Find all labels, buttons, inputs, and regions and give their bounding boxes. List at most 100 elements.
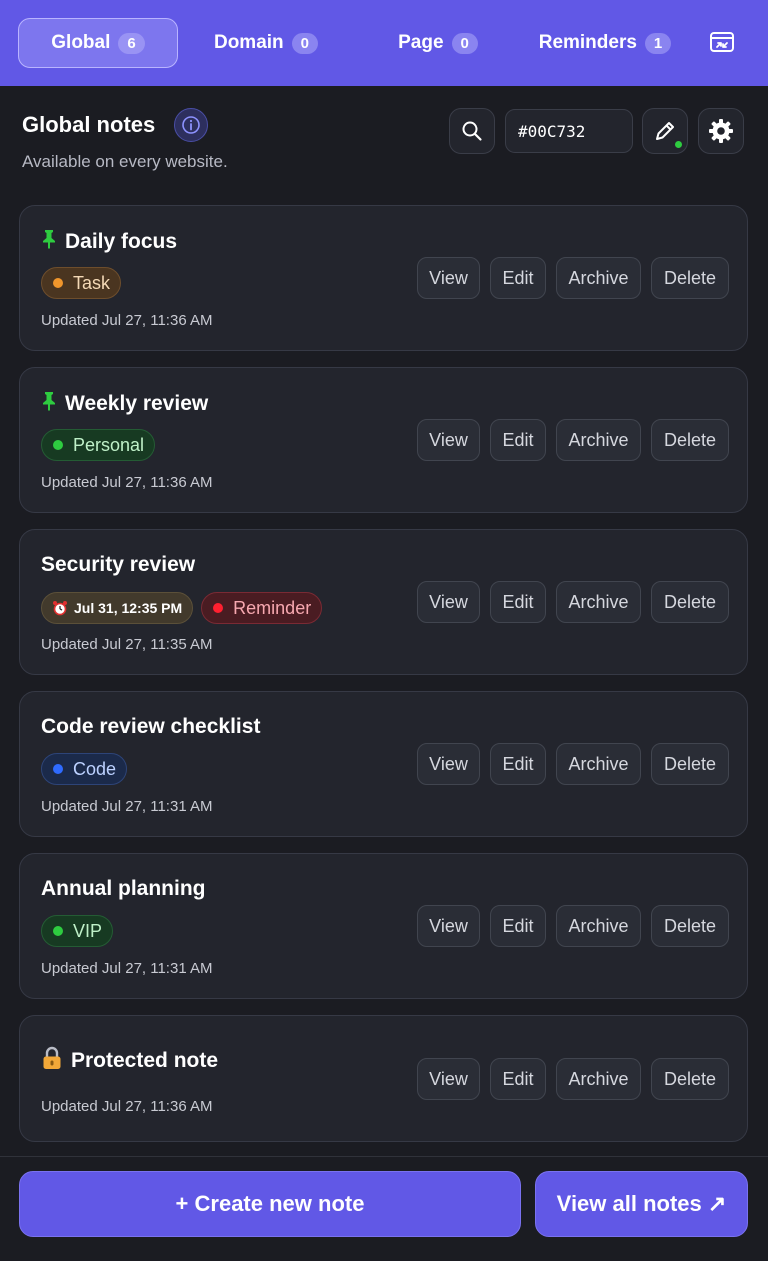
tag-task[interactable]: Task [41,267,122,299]
settings-button[interactable] [698,108,744,154]
info-icon [182,116,200,134]
tag-list: Code [41,753,128,785]
tab-global[interactable]: Global 6 [18,18,178,68]
archive-button[interactable]: Archive [556,257,641,299]
alarm-clock-icon [53,601,67,616]
reminder-date-badge[interactable]: Jul 31, 12:35 PM [41,592,194,624]
tag-list: Personal [41,429,156,461]
edit-button[interactable]: Edit [490,905,546,947]
tag-dot [213,603,224,613]
page-title: Global notes [22,112,156,137]
tab-domain[interactable]: Domain 0 [196,18,336,68]
delete-button[interactable]: Delete [651,419,729,461]
view-button[interactable]: View [417,581,480,623]
tag-label: Task [73,272,111,293]
note-actions: View Edit Archive Delete [417,419,729,461]
note-card[interactable]: Security review Jul 31, 12:35 PM Reminde… [19,529,748,675]
lock-icon [41,1046,63,1076]
tab-label: Global [51,32,111,53]
delete-button[interactable]: Delete [651,905,729,947]
updated-timestamp: Updated Jul 27, 11:36 AM [41,474,213,491]
reminder-date-text: Jul 31, 12:35 PM [74,600,183,616]
tag-list: Task [41,267,122,299]
pin-icon [41,391,57,416]
archive-button[interactable]: Archive [556,419,641,461]
tab-count-badge: 0 [291,32,319,54]
note-title: Weekly review [65,391,209,415]
note-actions: View Edit Archive Delete [417,581,729,623]
note-card[interactable]: Protected note Updated Jul 27, 11:36 AM … [19,1015,748,1142]
active-color-dot [673,139,684,150]
note-card[interactable]: Weekly review Personal Updated Jul 27, 1… [19,367,748,513]
updated-timestamp: Updated Jul 27, 11:35 AM [41,636,213,653]
note-title-row: Weekly review [41,391,208,416]
tab-page[interactable]: Page 0 [378,18,498,68]
tag-label: VIP [73,920,103,941]
updated-timestamp: Updated Jul 27, 11:31 AM [41,798,213,815]
delete-button[interactable]: Delete [651,257,729,299]
note-title-row: Daily focus [41,229,177,254]
view-all-notes-button[interactable]: View all notes ↗ [535,1171,748,1237]
view-button[interactable]: View [417,419,480,461]
tab-bar: Global 6 Domain 0 Page 0 Reminders 1 [0,0,768,86]
tag-list: VIP [41,915,114,947]
note-actions: View Edit Archive Delete [417,257,729,299]
tab-reminders[interactable]: Reminders 1 [530,18,680,68]
search-button[interactable] [449,108,495,154]
edit-button[interactable]: Edit [490,257,546,299]
archive-button[interactable]: Archive [556,743,641,785]
archive-button[interactable]: Archive [556,905,641,947]
note-title: Annual planning [41,877,206,900]
view-button[interactable]: View [417,1058,480,1100]
tag-label: Reminder [233,597,312,618]
search-icon [462,121,482,141]
tag-label: Code [73,758,117,779]
note-title-row: Annual planning [41,877,205,901]
view-button[interactable]: View [417,743,480,785]
tag-dot [53,926,63,936]
archive-button[interactable]: Archive [556,581,641,623]
note-card[interactable]: Code review checklist Code Updated Jul 2… [19,691,748,837]
note-card[interactable]: Annual planning VIP Updated Jul 27, 11:3… [19,853,748,999]
open-window-button[interactable] [706,28,738,56]
note-title-row: Protected note [41,1046,218,1076]
window-icon [710,32,734,52]
tag-list: Jul 31, 12:35 PM Reminder [41,592,323,624]
note-title-row: Code review checklist [41,715,260,739]
info-button[interactable] [174,108,208,142]
tag-code[interactable]: Code [41,753,128,785]
page-subtitle: Available on every website. [22,152,228,171]
note-card[interactable]: Daily focus Task Updated Jul 27, 11:36 A… [19,205,748,351]
note-actions: View Edit Archive Delete [417,1058,729,1100]
tab-count-badge: 6 [118,32,145,54]
view-button[interactable]: View [417,905,480,947]
edit-button[interactable]: Edit [490,743,546,785]
tab-count-badge: 1 [644,32,672,54]
delete-button[interactable]: Delete [651,743,729,785]
create-note-button[interactable]: + Create new note [19,1171,521,1237]
updated-timestamp: Updated Jul 27, 11:36 AM [41,1098,213,1115]
note-title: Code review checklist [41,715,261,738]
archive-button[interactable]: Archive [556,1058,641,1100]
edit-button[interactable]: Edit [490,1058,546,1100]
note-title: Protected note [71,1049,219,1072]
tag-dot [53,764,63,774]
tag-personal[interactable]: Personal [41,429,156,461]
tab-label: Reminders [538,32,637,53]
note-title: Daily focus [65,229,178,253]
delete-button[interactable]: Delete [651,1058,729,1100]
tag-reminder[interactable]: Reminder [201,592,323,624]
color-input[interactable] [505,109,633,153]
pin-icon [41,229,57,254]
delete-button[interactable]: Delete [651,581,729,623]
note-actions: View Edit Archive Delete [417,905,729,947]
edit-button[interactable]: Edit [490,581,546,623]
tag-vip[interactable]: VIP [41,915,114,947]
edit-button[interactable]: Edit [490,419,546,461]
note-actions: View Edit Archive Delete [417,743,729,785]
view-button[interactable]: View [417,257,480,299]
updated-timestamp: Updated Jul 27, 11:36 AM [41,312,213,329]
pen-button[interactable] [642,108,688,154]
note-title-row: Security review [41,553,195,577]
pen-icon [656,122,674,140]
